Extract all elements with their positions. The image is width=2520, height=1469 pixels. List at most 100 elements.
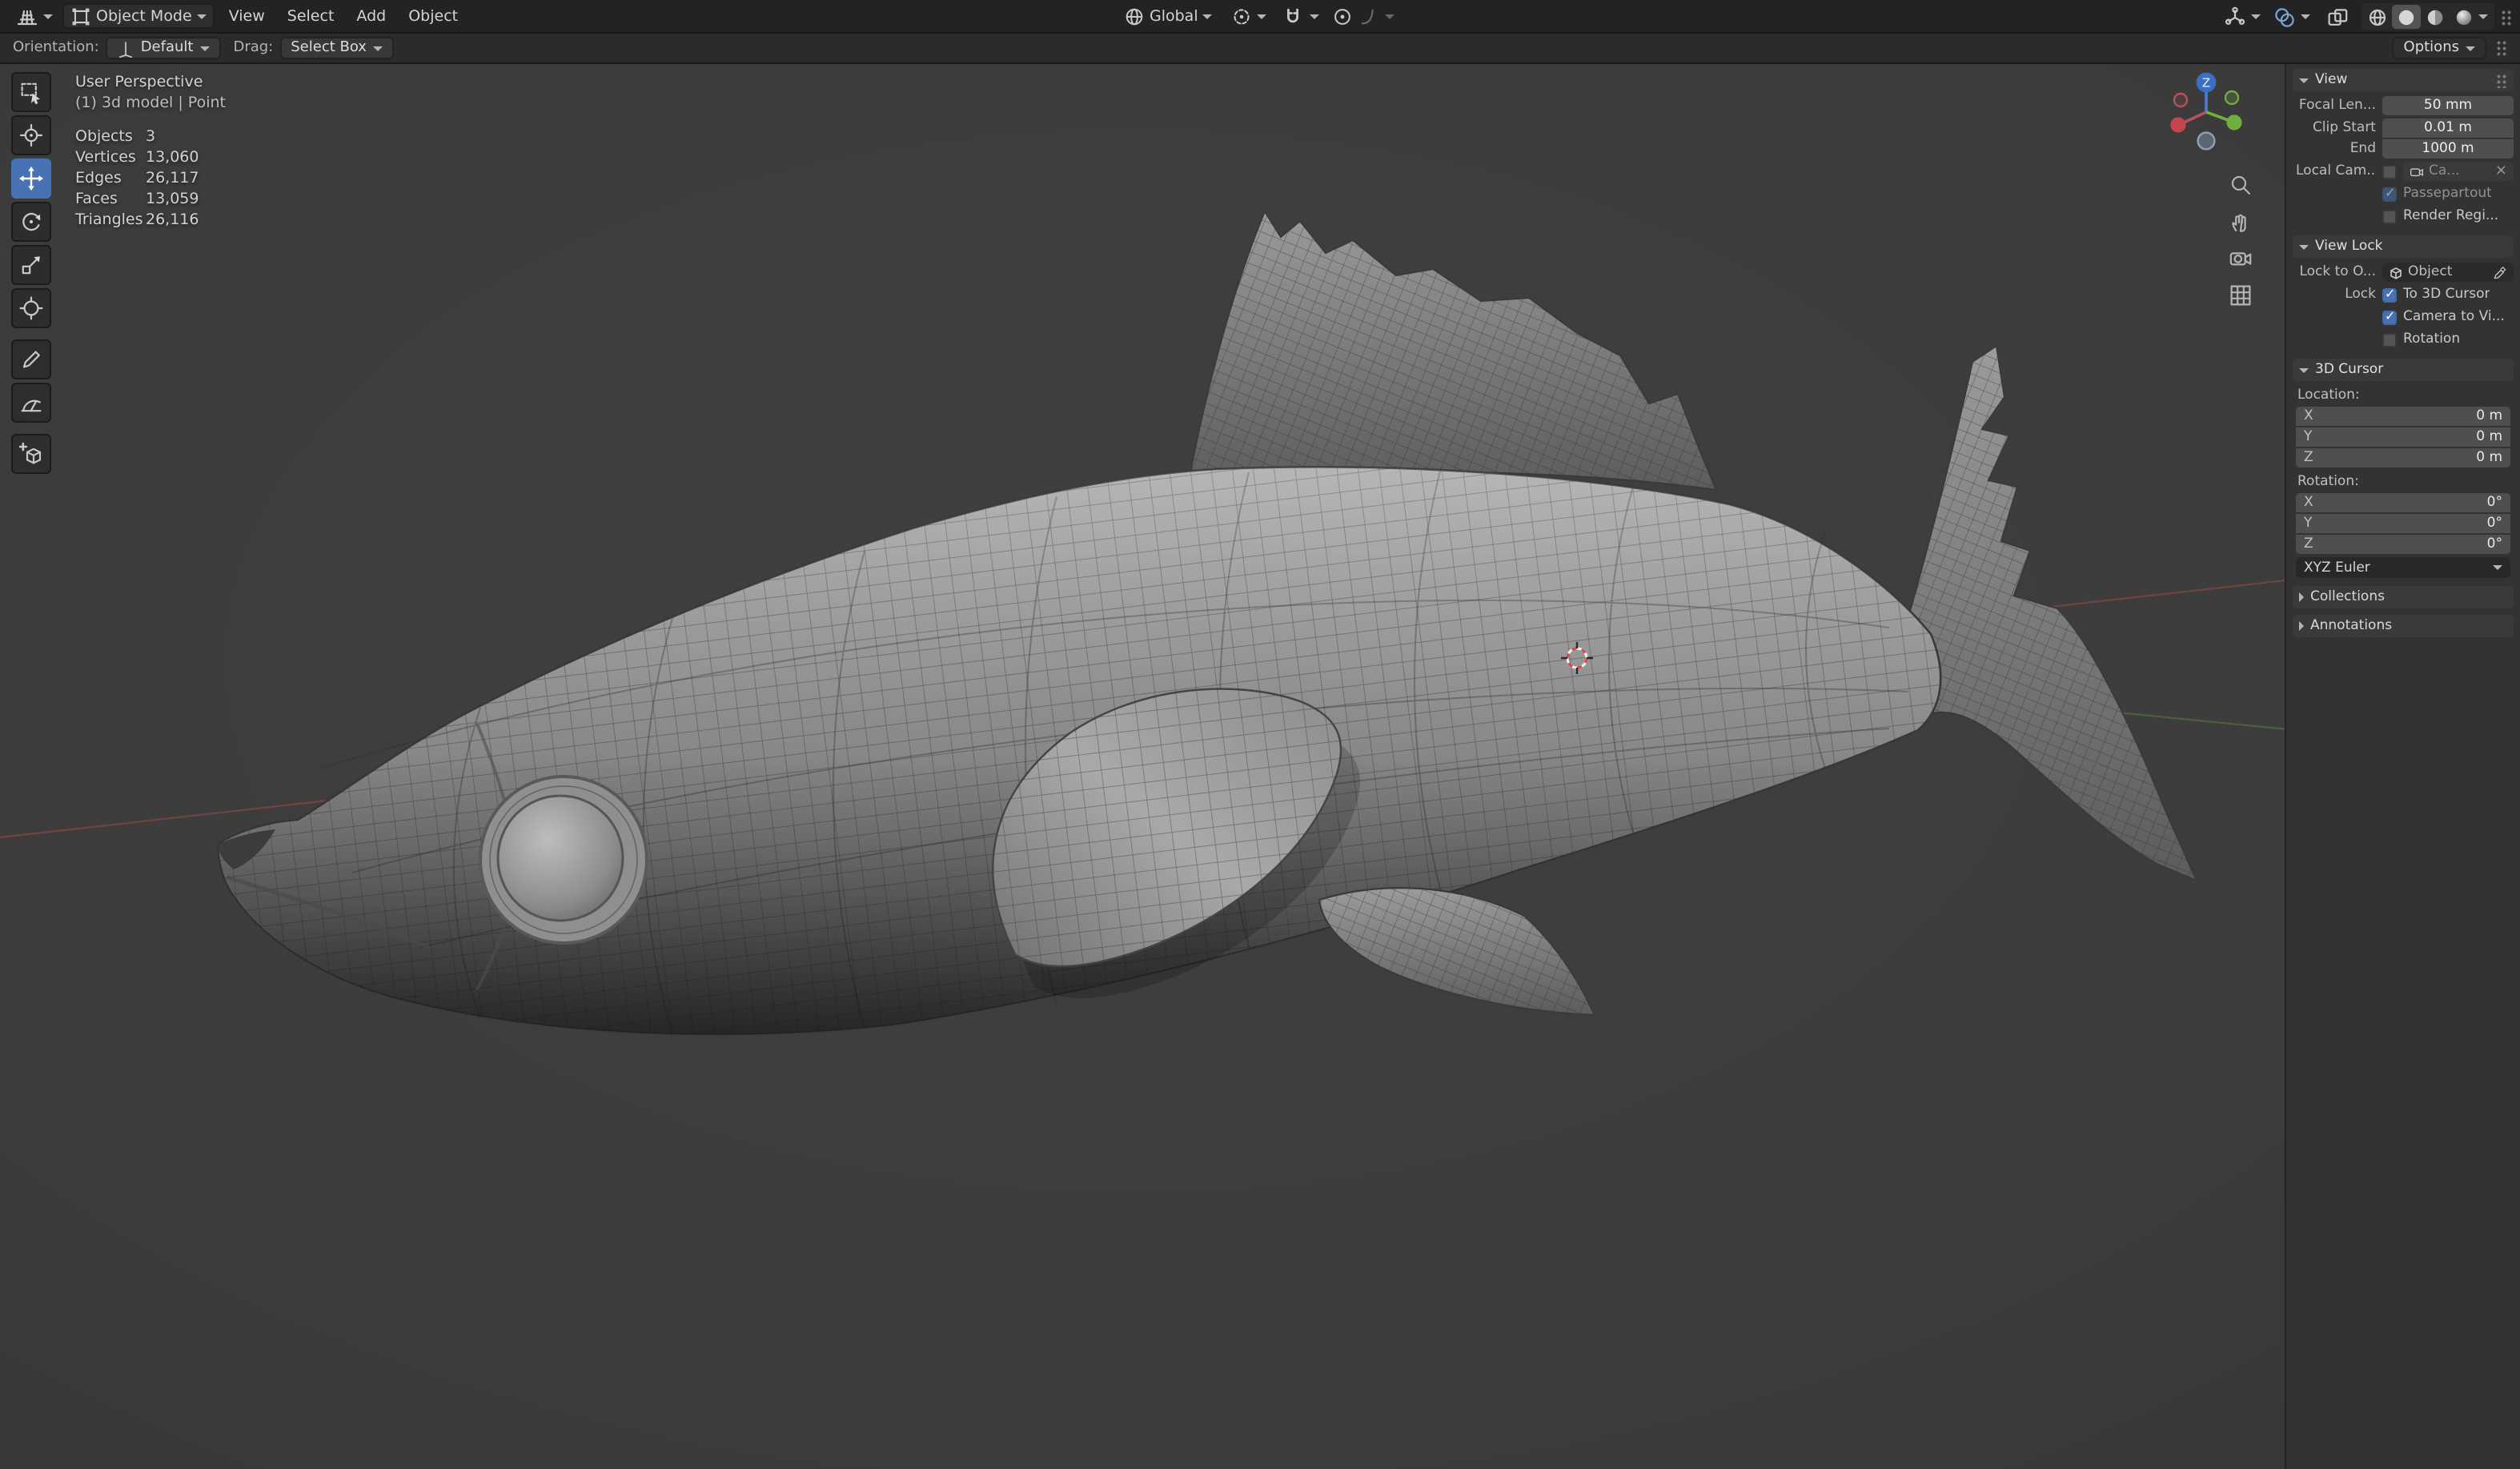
tool-rotate[interactable] xyxy=(11,202,51,242)
menu-object[interactable]: Object xyxy=(397,4,469,28)
tool-measure[interactable] xyxy=(11,383,51,423)
drag-label: Drag: xyxy=(233,40,273,56)
transform-orientation-dropdown[interactable]: Global xyxy=(1118,4,1219,30)
gizmo-z-neg-axis[interactable] xyxy=(2198,133,2215,150)
panel-annotations-header[interactable]: Annotations xyxy=(2293,615,2514,637)
shading-wireframe-button[interactable] xyxy=(2363,5,2392,29)
camera-view-icon[interactable] xyxy=(2229,247,2253,271)
cursor-rotation-y-field[interactable]: Y 0° xyxy=(2296,514,2510,533)
tool-move[interactable] xyxy=(11,159,51,199)
editor-type-selector[interactable] xyxy=(10,3,59,29)
gizmo-x-axis[interactable] xyxy=(2170,117,2185,132)
blender-window: Object Mode View Select Add Object Globa… xyxy=(0,0,2520,1469)
menu-view[interactable]: View xyxy=(218,4,276,28)
lock-rotation-checkbox[interactable] xyxy=(2382,332,2397,347)
clip-start-label: Clip Start xyxy=(2296,119,2376,135)
xray-toggle[interactable] xyxy=(2320,4,2355,30)
proportional-editing-toggle[interactable] xyxy=(1330,4,1357,30)
panel-drag-handle[interactable] xyxy=(2496,73,2507,87)
lock-object-label: Lock to O... xyxy=(2296,264,2376,280)
show-overlays-toggle[interactable] xyxy=(2270,4,2313,30)
to-3d-cursor-checkbox[interactable] xyxy=(2382,287,2397,302)
clip-start-field[interactable]: 0.01 m xyxy=(2382,118,2514,137)
focal-length-field[interactable]: 50 mm xyxy=(2382,96,2514,115)
gizmo-y-neg-axis[interactable] xyxy=(2225,91,2238,104)
clear-icon[interactable] xyxy=(2495,163,2507,179)
lock-rotation-row: Rotation xyxy=(2293,328,2514,351)
navigation-gizmo[interactable]: Z xyxy=(2160,66,2253,165)
snapping-dropdown[interactable] xyxy=(1307,4,1323,30)
viewport-3d-canvas[interactable] xyxy=(0,0,2520,1469)
cursor-location-z-field[interactable]: Z 0 m xyxy=(2296,448,2510,468)
tool-add-cube[interactable] xyxy=(11,434,51,474)
panel-view-header[interactable]: View xyxy=(2293,69,2514,91)
options-button[interactable]: Options xyxy=(2393,37,2486,59)
mode-selector[interactable]: Object Mode xyxy=(62,3,215,29)
menu-add[interactable]: Add xyxy=(345,4,397,28)
shading-rendered-button[interactable] xyxy=(2450,5,2493,29)
lock-label: Lock xyxy=(2296,287,2376,303)
chevron-down-icon xyxy=(2299,367,2309,372)
proportional-falloff-dropdown[interactable] xyxy=(1357,4,1398,30)
local-camera-field[interactable]: Ca... xyxy=(2403,162,2514,181)
region-corner-handle[interactable] xyxy=(2496,40,2507,56)
menu-select[interactable]: Select xyxy=(276,4,346,28)
tool-annotate[interactable] xyxy=(11,339,51,379)
header-left: Object Mode View Select Add Object xyxy=(10,3,469,29)
lock-object-field[interactable]: Object xyxy=(2382,263,2514,282)
lock-object-value: Object xyxy=(2408,264,2488,280)
fish-eye xyxy=(498,796,623,921)
clip-end-row: End 1000 m xyxy=(2293,138,2514,160)
render-region-row: Render Regi... xyxy=(2293,205,2514,227)
chevron-down-icon xyxy=(1310,14,1320,19)
panel-collections-header[interactable]: Collections xyxy=(2293,586,2514,608)
local-camera-checkbox[interactable] xyxy=(2382,164,2397,179)
camera-icon xyxy=(2410,164,2424,179)
rotate-tool-icon xyxy=(19,210,43,234)
snapping-toggle[interactable] xyxy=(1280,4,1307,30)
shading-material-button[interactable] xyxy=(2421,5,2450,29)
panel-collections-title: Collections xyxy=(2310,589,2385,605)
orientation-dropdown[interactable]: Default xyxy=(106,37,221,59)
gizmo-y-axis[interactable] xyxy=(2226,114,2241,130)
eyedropper-icon[interactable] xyxy=(2493,265,2507,279)
shading-mode-group xyxy=(2361,3,2494,30)
axis-label: Y xyxy=(2304,516,2312,532)
cursor-location-x-field[interactable]: X 0 m xyxy=(2296,407,2510,426)
object-mode-icon xyxy=(70,6,91,26)
tool-select-box[interactable] xyxy=(11,72,51,112)
region-corner-handle[interactable] xyxy=(2501,9,2512,25)
magnet-icon xyxy=(1283,6,1304,27)
xray-icon xyxy=(2326,6,2349,28)
cursor-rotation-x-field[interactable]: X 0° xyxy=(2296,493,2510,512)
tool-settings-left: Orientation: Default Drag: Select Box xyxy=(13,37,394,59)
clip-end-label: End xyxy=(2296,141,2376,157)
transform-pivot-dropdown[interactable] xyxy=(1226,4,1274,30)
chevron-right-icon xyxy=(2299,592,2304,602)
panel-3d-cursor-header[interactable]: 3D Cursor xyxy=(2293,359,2514,381)
render-region-label: Render Regi... xyxy=(2403,208,2498,224)
ortho-grid-icon[interactable] xyxy=(2229,283,2253,307)
tool-transform[interactable] xyxy=(11,288,51,328)
tool-cursor[interactable] xyxy=(11,115,51,155)
camera-to-view-checkbox[interactable] xyxy=(2382,310,2397,324)
rotation-mode-dropdown[interactable]: XYZ Euler xyxy=(2296,557,2510,578)
clip-end-field[interactable]: 1000 m xyxy=(2382,139,2514,159)
zoom-icon[interactable] xyxy=(2229,173,2253,197)
chevron-down-icon xyxy=(197,14,207,18)
panel-view-lock-header[interactable]: View Lock xyxy=(2293,235,2514,258)
chevron-down-icon xyxy=(1258,14,1267,19)
shading-solid-button[interactable] xyxy=(2392,5,2421,29)
chevron-down-icon xyxy=(2466,46,2475,50)
cursor-location-y-field[interactable]: Y 0 m xyxy=(2296,427,2510,447)
gizmo-x-neg-axis[interactable] xyxy=(2174,94,2187,106)
cursor-rotation-z-field[interactable]: Z 0° xyxy=(2296,535,2510,554)
pan-hand-icon[interactable] xyxy=(2229,210,2253,234)
drag-mode-dropdown[interactable]: Select Box xyxy=(279,37,394,59)
chevron-down-icon xyxy=(373,46,383,50)
show-gizmos-toggle[interactable] xyxy=(2221,4,2264,30)
render-region-checkbox[interactable] xyxy=(2382,209,2397,223)
clip-start-row: Clip Start 0.01 m xyxy=(2293,117,2514,138)
tool-scale[interactable] xyxy=(11,245,51,285)
passepartout-checkbox[interactable] xyxy=(2382,187,2397,201)
